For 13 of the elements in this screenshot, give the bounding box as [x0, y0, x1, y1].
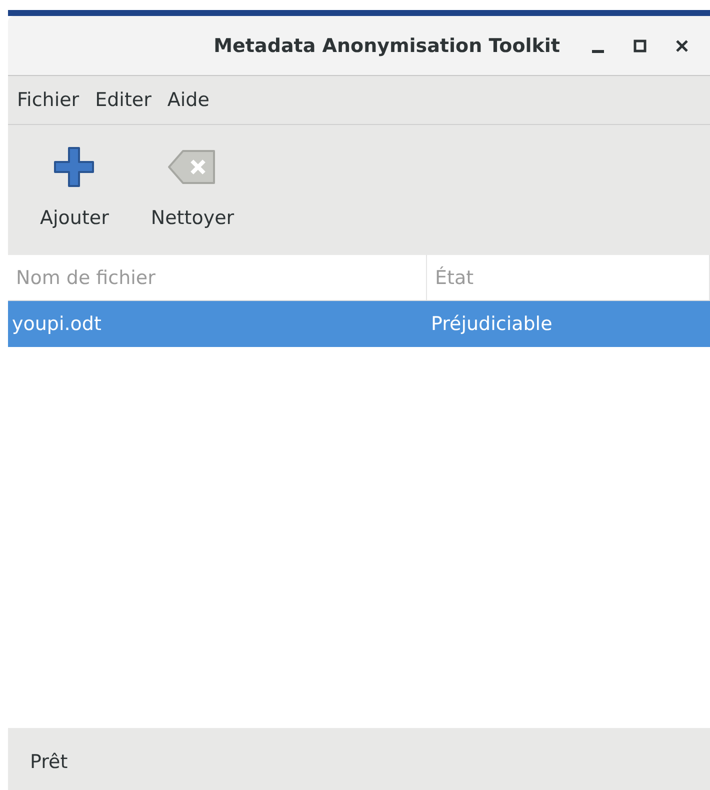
menu-item[interactable]: Aide [163, 89, 214, 111]
menu-item[interactable]: Fichier [13, 89, 84, 111]
toolbar-button[interactable]: Ajouter [34, 139, 115, 233]
window-title: Metadata Anonymisation Toolkit [214, 34, 560, 56]
backspace-icon [167, 148, 218, 186]
table-cell-text: Préjudiciable [430, 312, 554, 337]
menu-item[interactable]: Editer [91, 89, 156, 111]
status-text: Prêt [30, 751, 68, 773]
close-icon [675, 38, 689, 52]
toolbar-button[interactable]: Nettoyer [144, 139, 240, 233]
minimize-icon [592, 50, 604, 52]
maximize-icon [633, 38, 647, 52]
table-cell-text: youpi.odt [11, 312, 102, 337]
